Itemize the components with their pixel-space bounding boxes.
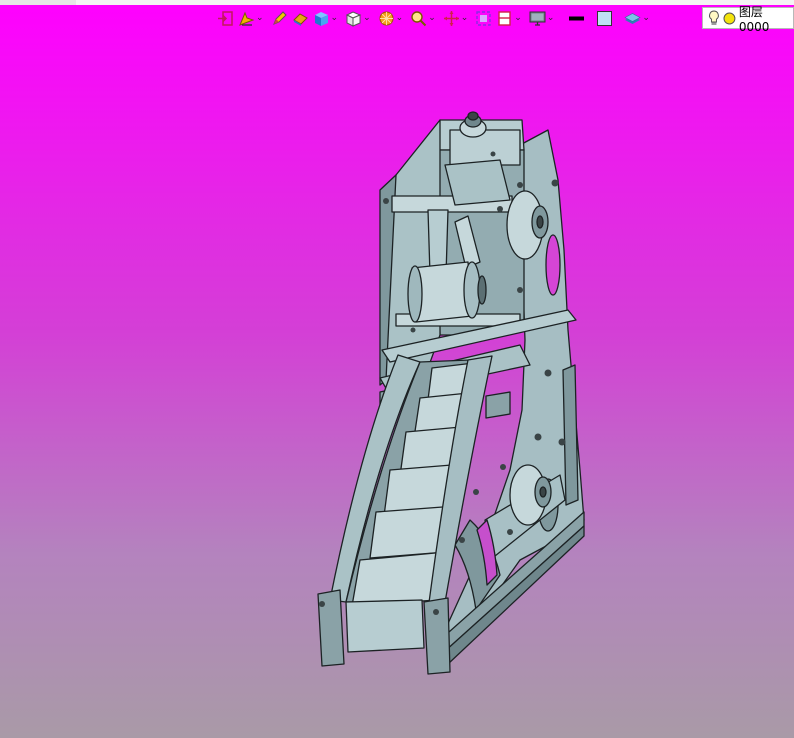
pencil-icon <box>272 10 287 25</box>
section-view-icon <box>498 10 511 26</box>
cad-model[interactable] <box>0 31 794 738</box>
layer-stack-icon <box>624 12 642 24</box>
render-style-icon <box>379 11 394 25</box>
zoom-button[interactable]: ⌄ <box>409 7 440 29</box>
pan-button[interactable]: ⌄ <box>442 7 473 29</box>
sketch-tools-icon <box>239 11 255 26</box>
view-cube-button[interactable]: ⌄ <box>344 7 375 29</box>
box-solid-icon <box>314 11 328 26</box>
layer-selector[interactable]: 图层0000 <box>702 5 794 34</box>
display-monitor-button[interactable]: ⌄ <box>528 7 559 29</box>
display-monitor-icon <box>529 11 546 26</box>
chevron-down-icon: ⌄ <box>395 12 404 23</box>
yellow-circle-icon[interactable] <box>723 12 736 25</box>
view-cube-icon <box>345 10 362 27</box>
chevron-down-icon: ⌄ <box>428 12 436 23</box>
sketch-tools-button[interactable]: ⌄ <box>237 7 268 29</box>
line-style-icon <box>569 16 585 20</box>
exit-sketch-icon <box>218 10 233 26</box>
section-view-button[interactable]: ⌄ <box>495 7 526 29</box>
color-swatch-icon <box>597 10 613 26</box>
chevron-down-icon: ⌄ <box>330 12 339 23</box>
chevron-down-icon: ⌄ <box>363 12 371 23</box>
layer-name: 图层0000 <box>738 4 770 34</box>
lightbulb-icon[interactable] <box>708 10 720 26</box>
chevron-down-icon: ⌄ <box>460 12 469 23</box>
tab-strip <box>0 0 76 5</box>
layer-stack-button[interactable]: ⌄ <box>623 7 654 29</box>
fit-view-icon <box>476 10 491 26</box>
chevron-down-icon: ⌄ <box>546 12 555 23</box>
fit-view-button[interactable] <box>474 7 493 29</box>
color-swatch-button[interactable] <box>595 7 614 29</box>
eraser-icon <box>292 12 308 26</box>
pencil-button[interactable] <box>270 7 289 29</box>
chevron-down-icon: ⌄ <box>514 12 522 23</box>
box-solid-button[interactable]: ⌄ <box>312 7 343 29</box>
chevron-down-icon: ⌄ <box>642 12 650 23</box>
zoom-icon <box>411 10 427 26</box>
exit-sketch-button[interactable] <box>216 7 235 29</box>
chevron-down-icon: ⌄ <box>256 12 264 23</box>
pan-icon <box>443 10 459 26</box>
line-style-button[interactable] <box>567 7 586 29</box>
eraser-button[interactable] <box>291 7 310 29</box>
render-style-button[interactable]: ⌄ <box>377 7 408 29</box>
3d-viewport[interactable] <box>0 31 794 738</box>
